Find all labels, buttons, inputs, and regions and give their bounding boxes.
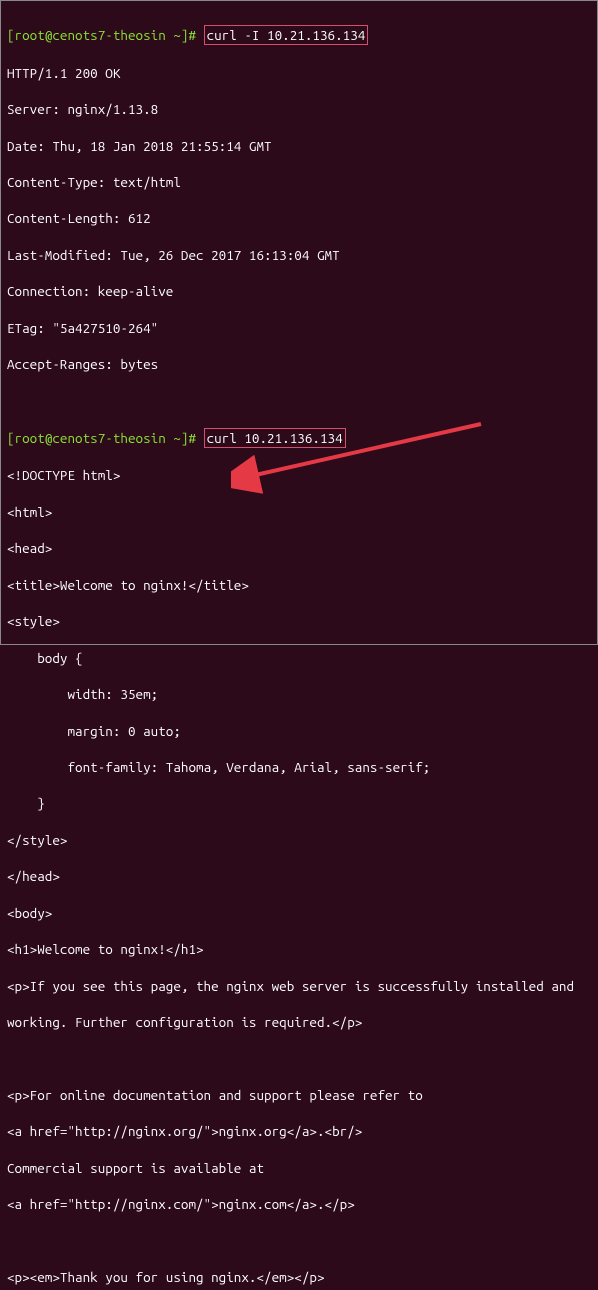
terminal-output[interactable]: [root@cenots7-theosin ~]# curl -I 10.21.… xyxy=(7,7,591,1290)
output-line: </head> xyxy=(7,867,591,885)
output-line: Content-Type: text/html xyxy=(7,173,591,191)
command-text: curl -I 10.21.136.134 xyxy=(207,27,366,43)
command-text: curl 10.21.136.134 xyxy=(207,430,343,446)
prompt-user-host: [root@cenots7-theosin ~]# xyxy=(7,27,204,43)
output-line: <title>Welcome to nginx!</title> xyxy=(7,576,591,594)
output-line: <!DOCTYPE html> xyxy=(7,466,591,484)
output-line: Last-Modified: Tue, 26 Dec 2017 16:13:04… xyxy=(7,246,591,264)
output-line: Connection: keep-alive xyxy=(7,282,591,300)
prompt-user-host: [root@cenots7-theosin ~]# xyxy=(7,430,204,446)
output-line: } xyxy=(7,794,591,812)
output-line: <style> xyxy=(7,612,591,630)
output-line: </style> xyxy=(7,831,591,849)
output-line: <a href="http://nginx.org/">nginx.org</a… xyxy=(7,1122,591,1140)
output-line: ETag: "5a427510-264" xyxy=(7,319,591,337)
output-line: <body> xyxy=(7,904,591,922)
output-line: HTTP/1.1 200 OK xyxy=(7,64,591,82)
output-line: <p>If you see this page, the nginx web s… xyxy=(7,977,591,995)
output-line: <p>For online documentation and support … xyxy=(7,1086,591,1104)
output-line: Content-Length: 612 xyxy=(7,209,591,227)
output-line: width: 35em; xyxy=(7,685,591,703)
output-line: Server: nginx/1.13.8 xyxy=(7,100,591,118)
output-line: body { xyxy=(7,649,591,667)
output-line: margin: 0 auto; xyxy=(7,722,591,740)
output-line: <head> xyxy=(7,539,591,557)
output-line: <a href="http://nginx.com/">nginx.com</a… xyxy=(7,1195,591,1213)
output-line: <h1>Welcome to nginx!</h1> xyxy=(7,940,591,958)
output-line: <p><em>Thank you for using nginx.</em></… xyxy=(7,1268,591,1286)
output-line: font-family: Tahoma, Verdana, Arial, san… xyxy=(7,758,591,776)
highlighted-command-2: curl 10.21.136.134 xyxy=(204,428,346,448)
output-line: working. Further configuration is requir… xyxy=(7,1013,591,1031)
output-line: Commercial support is available at xyxy=(7,1159,591,1177)
output-line: Accept-Ranges: bytes xyxy=(7,355,591,373)
highlighted-command-1: curl -I 10.21.136.134 xyxy=(204,25,369,45)
output-line: Date: Thu, 18 Jan 2018 21:55:14 GMT xyxy=(7,137,591,155)
output-line: <html> xyxy=(7,503,591,521)
